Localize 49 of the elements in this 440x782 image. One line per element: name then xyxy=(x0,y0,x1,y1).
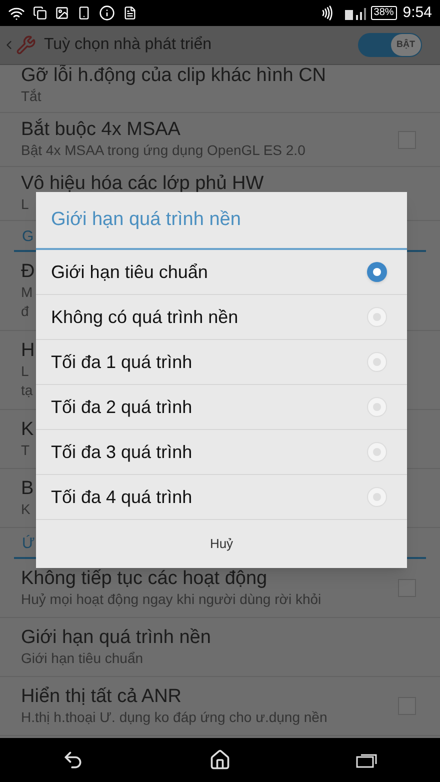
setting-title: Đ xyxy=(21,261,35,283)
setting-title: Bắt buộc 4x MSAA xyxy=(21,119,180,141)
setting-summary: K xyxy=(21,500,30,518)
image-icon xyxy=(55,6,69,20)
phone-icon xyxy=(77,6,91,20)
setting-summary: đ xyxy=(21,302,29,321)
radio-button[interactable] xyxy=(367,352,387,372)
screen-title: Tuỳ chọn nhà phát triển xyxy=(44,35,213,55)
signal-icon xyxy=(344,6,367,20)
setting-summary: L xyxy=(21,195,29,214)
radio-option[interactable]: Không có quá trình nền xyxy=(36,295,407,340)
file-icon xyxy=(123,6,137,20)
setting-title: H xyxy=(21,340,35,362)
dialog-title: Giới hạn quá trình nền xyxy=(51,208,241,232)
setting-summary: Huỷ mọi hoạt động ngay khi người dùng rời khỏi xyxy=(21,590,322,608)
clock: 9:54 xyxy=(402,2,432,23)
setting-summary: T xyxy=(21,440,30,460)
setting-summary: Tắt xyxy=(21,87,42,106)
setting-title: K xyxy=(21,418,34,440)
setting-summary: L xyxy=(21,362,29,381)
setting-title: Hiển thị tất cả ANR xyxy=(21,686,182,708)
radio-option[interactable]: Tối đa 4 quá trình xyxy=(36,475,407,520)
radio-option[interactable]: Tối đa 1 quá trình xyxy=(36,340,407,385)
recent-apps-icon[interactable] xyxy=(356,752,378,768)
setting-title: Giới hạn quá trình nền xyxy=(21,626,211,648)
radio-option[interactable]: Tối đa 3 quá trình xyxy=(36,430,407,475)
setting-title: B xyxy=(21,478,34,500)
setting-summary: Bật 4x MSAA trong ứng dụng OpenGL ES 2.0 xyxy=(21,141,306,160)
battery-indicator: 38% xyxy=(370,6,397,20)
tools-icon xyxy=(16,35,36,55)
cancel-button[interactable]: Huỷ xyxy=(190,528,254,560)
radio-button[interactable] xyxy=(367,487,387,507)
section-header: G xyxy=(22,229,34,244)
setting-title: Không tiếp tục các hoạt động xyxy=(21,568,268,590)
setting-summary: Giới hạn tiêu chuẩn xyxy=(21,648,144,668)
radio-option[interactable]: Giới hạn tiêu chuẩn xyxy=(36,250,407,295)
radio-button[interactable] xyxy=(367,397,387,417)
radio-button[interactable] xyxy=(367,307,387,327)
copy-icon xyxy=(33,6,47,20)
info-icon xyxy=(99,5,115,21)
setting-summary: H.thị h.thoại Ư. dụng ko đáp ứng cho ư.dụng nền xyxy=(21,708,328,726)
radio-button[interactable] xyxy=(367,442,387,462)
section-header: Ứ xyxy=(22,536,35,551)
radio-button[interactable] xyxy=(367,262,387,282)
setting-summary: tạ xyxy=(21,381,33,400)
radio-option[interactable]: Tối đa 2 quá trình xyxy=(36,385,407,430)
setting-summary: M xyxy=(21,283,33,302)
setting-title: Vô hiệu hóa các lớp phủ HW xyxy=(21,173,264,195)
home-icon[interactable] xyxy=(208,749,231,771)
